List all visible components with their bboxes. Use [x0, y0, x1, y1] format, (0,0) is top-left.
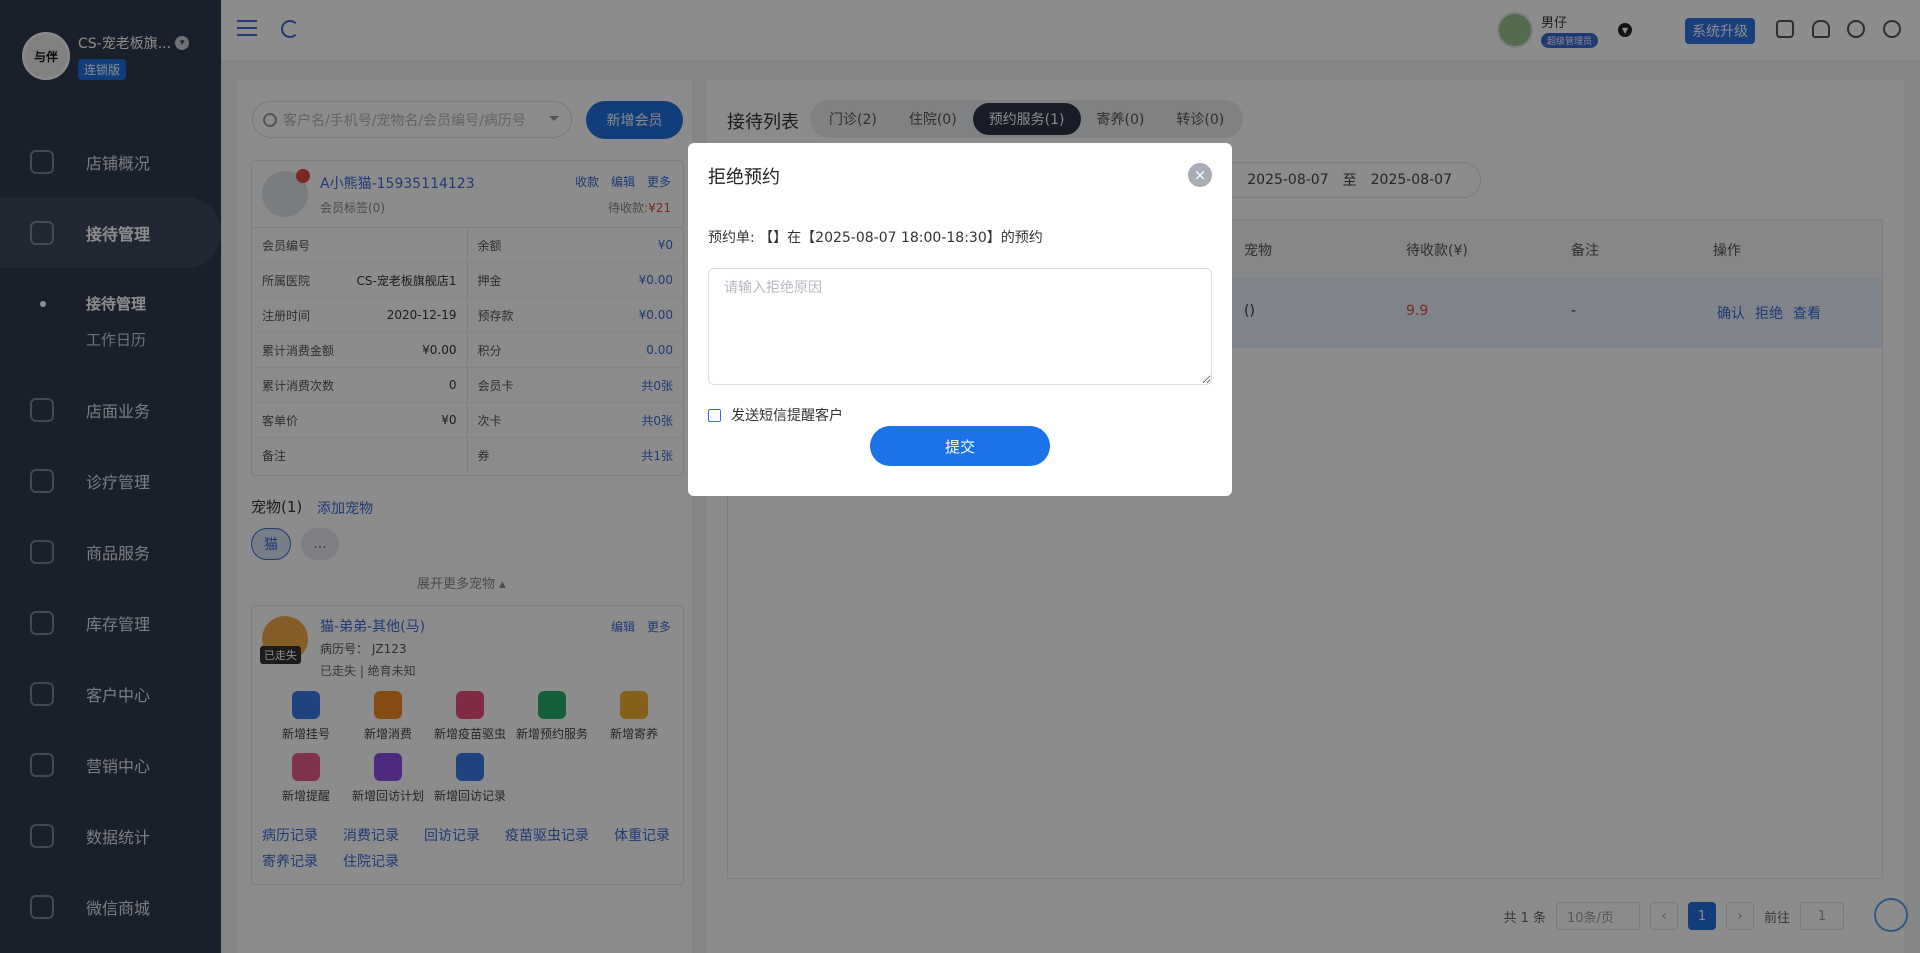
checkbox-icon[interactable] — [708, 408, 721, 422]
appointment-description: 预约单: 【】在【2025-08-07 18:00-18:30】的预约 — [708, 230, 1043, 246]
reject-reason-input[interactable] — [708, 268, 1212, 385]
sms-reminder-checkbox[interactable]: 发送短信提醒客户 — [708, 405, 843, 425]
submit-button[interactable]: 提交 — [870, 426, 1050, 466]
close-icon[interactable]: × — [1188, 163, 1212, 187]
dialog-title: 拒绝预约 — [708, 167, 780, 188]
sms-label: 发送短信提醒客户 — [731, 408, 843, 424]
reject-appointment-dialog: 拒绝预约 × 预约单: 【】在【2025-08-07 18:00-18:30】的… — [688, 143, 1232, 496]
